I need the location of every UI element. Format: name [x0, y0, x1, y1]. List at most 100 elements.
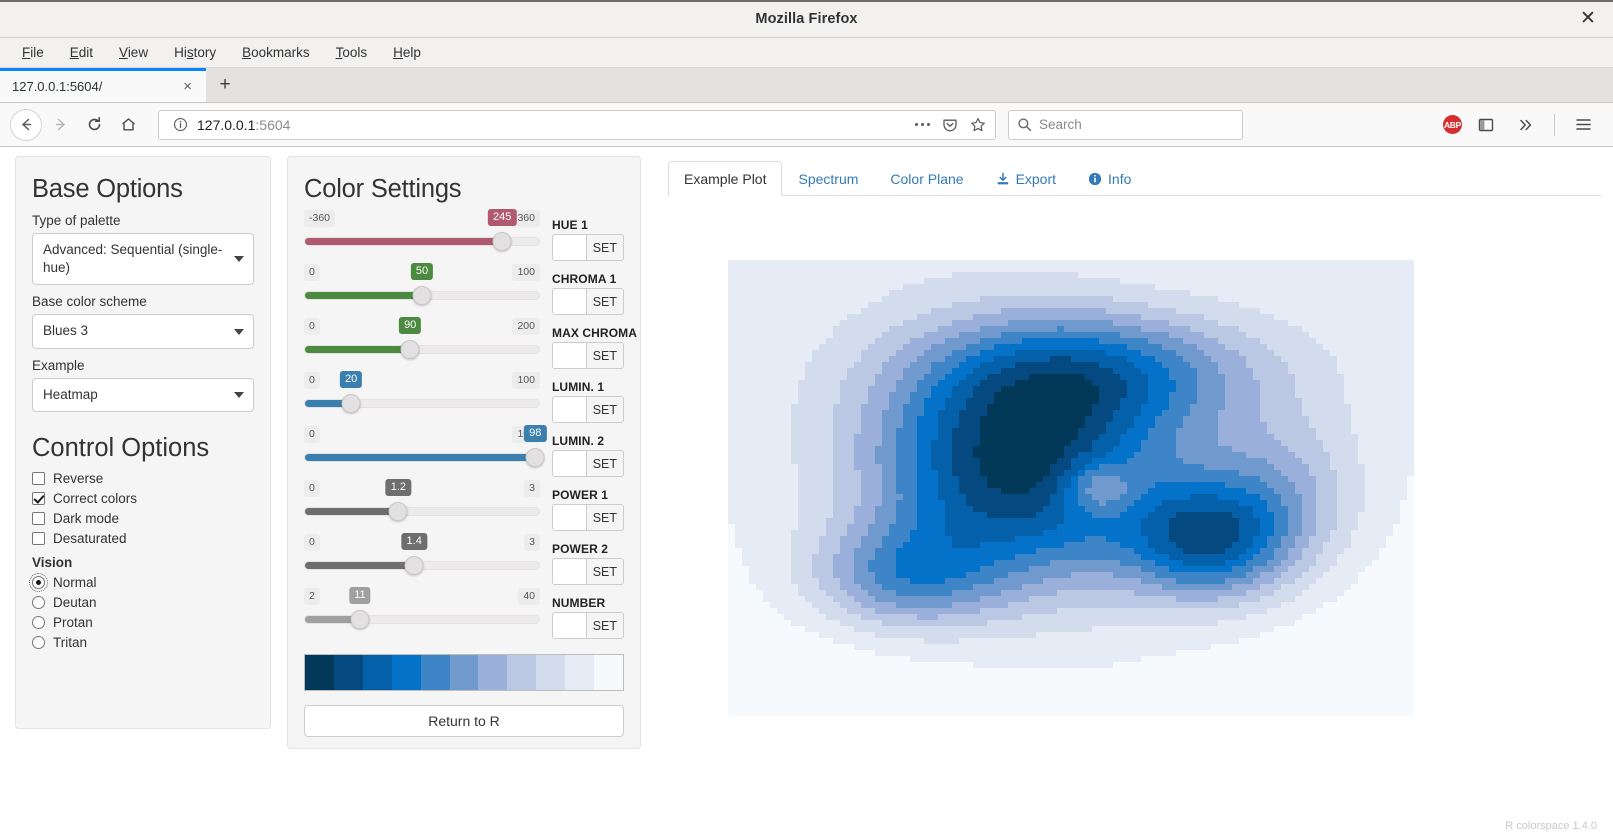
- slider-row[interactable]: 0 200 90: [304, 317, 540, 372]
- radio-button[interactable]: [32, 595, 45, 609]
- checkbox-row[interactable]: Desaturated: [32, 531, 254, 546]
- palette-swatch: [420, 655, 450, 690]
- checkbox-row[interactable]: Correct colors: [32, 491, 254, 506]
- example-value: Heatmap: [43, 386, 98, 402]
- slider-value-input[interactable]: [552, 288, 586, 315]
- slider-set-button[interactable]: SET: [585, 558, 624, 585]
- menu-bookmarks[interactable]: Bookmarks: [230, 42, 322, 63]
- menu-edit[interactable]: Edit: [58, 42, 105, 63]
- slider-value-input[interactable]: [552, 450, 586, 477]
- menu-file[interactable]: File: [10, 42, 56, 63]
- slider-handle[interactable]: [341, 394, 361, 413]
- slider-value-input[interactable]: [552, 342, 586, 369]
- home-icon[interactable]: [112, 109, 144, 141]
- base-scheme-select[interactable]: Blues 3: [32, 314, 254, 349]
- slider-handle[interactable]: [400, 340, 420, 359]
- url-bar[interactable]: 127.0.0.1:5604: [158, 109, 996, 140]
- tab-export[interactable]: Export: [980, 161, 1072, 196]
- palette-swatch: [594, 655, 623, 690]
- slider-set-button[interactable]: SET: [585, 288, 624, 315]
- double-chevron-icon[interactable]: [1510, 109, 1542, 141]
- menu-view-rest: iew: [127, 45, 149, 60]
- slider-handle[interactable]: [404, 556, 424, 575]
- checkbox-box[interactable]: [32, 471, 45, 485]
- slider-row[interactable]: -360 360 245: [304, 209, 540, 264]
- palette-type-select[interactable]: Advanced: Sequential (single-hue): [32, 233, 254, 286]
- reload-icon[interactable]: [78, 109, 110, 141]
- back-arrow-icon[interactable]: [10, 108, 42, 141]
- tab-example-plot[interactable]: Example Plot: [668, 161, 783, 196]
- slider-handle[interactable]: [492, 232, 512, 251]
- slider-row[interactable]: 0 100 50: [304, 263, 540, 318]
- radio-button[interactable]: [32, 635, 45, 649]
- slider-set-button[interactable]: SET: [585, 450, 624, 477]
- forward-arrow-icon[interactable]: [44, 109, 76, 141]
- slider-track[interactable]: [304, 507, 540, 516]
- slider-handle[interactable]: [388, 502, 408, 521]
- slider-set-button[interactable]: SET: [585, 234, 624, 261]
- menu-view[interactable]: View: [107, 42, 160, 63]
- slider-row[interactable]: 2 40 11: [304, 587, 540, 642]
- palette-swatch: [449, 655, 479, 690]
- radio-label: Tritan: [53, 634, 88, 650]
- vision-radio-row[interactable]: Deutan: [32, 595, 254, 610]
- vision-radio-row[interactable]: Protan: [32, 615, 254, 630]
- browser-tabstrip: 127.0.0.1:5604/ × +: [0, 68, 1613, 103]
- star-icon[interactable]: [967, 114, 989, 136]
- slider-track[interactable]: [304, 399, 540, 408]
- slider-row[interactable]: 0 3 1.4: [304, 533, 540, 588]
- checkbox-box[interactable]: [32, 491, 45, 505]
- url-text[interactable]: 127.0.0.1:5604: [197, 117, 905, 133]
- slider-min-label: 0: [304, 480, 320, 497]
- slider-track[interactable]: [304, 453, 540, 462]
- checkbox-box[interactable]: [32, 531, 45, 545]
- radio-button[interactable]: [29, 572, 48, 592]
- tab-spectrum[interactable]: Spectrum: [782, 161, 874, 196]
- slider-set-button[interactable]: SET: [585, 396, 624, 423]
- slider-value-input[interactable]: [552, 612, 586, 639]
- slider-row[interactable]: 010098: [304, 425, 547, 480]
- new-tab-button[interactable]: +: [206, 68, 244, 102]
- adblock-plus-icon[interactable]: ABP: [1443, 115, 1462, 134]
- slider-track[interactable]: [304, 345, 540, 354]
- slider-value-input[interactable]: [552, 234, 586, 261]
- slider-value-input[interactable]: [552, 558, 586, 585]
- slider-row[interactable]: 0 3 1.2: [304, 479, 540, 534]
- hamburger-menu-icon[interactable]: [1567, 109, 1599, 141]
- tab-color-plane[interactable]: Color Plane: [874, 161, 979, 196]
- example-select[interactable]: Heatmap: [32, 377, 254, 412]
- slider-handle[interactable]: [412, 286, 432, 305]
- info-circle-icon[interactable]: [169, 114, 191, 136]
- slider-handle[interactable]: [525, 448, 545, 467]
- menu-tools[interactable]: Tools: [324, 42, 380, 63]
- sidebar-icon[interactable]: [1470, 109, 1502, 141]
- checkbox-box[interactable]: [32, 511, 45, 525]
- slider-value-input[interactable]: [552, 504, 586, 531]
- tab-info[interactable]: Info: [1072, 161, 1147, 196]
- slider-track[interactable]: [304, 615, 540, 624]
- slider-value-input[interactable]: [552, 396, 586, 423]
- slider-row[interactable]: 0 100 20: [304, 371, 540, 426]
- slider-handle[interactable]: [350, 610, 370, 629]
- menu-history[interactable]: History: [162, 42, 228, 63]
- pocket-icon[interactable]: [939, 114, 961, 136]
- slider-set-button[interactable]: SET: [585, 612, 624, 639]
- page-content: Base Options Type of palette Advanced: S…: [0, 147, 1613, 834]
- tab-close-icon[interactable]: ×: [179, 78, 196, 95]
- slider-param-label: POWER 2: [552, 542, 609, 556]
- vision-radio-row[interactable]: Tritan: [32, 635, 254, 650]
- radio-button[interactable]: [32, 615, 45, 629]
- ellipsis-icon[interactable]: [911, 114, 933, 136]
- menu-help[interactable]: Help: [381, 42, 433, 63]
- search-bar[interactable]: Search: [1008, 109, 1243, 140]
- radio-label: Deutan: [53, 594, 97, 610]
- browser-tab[interactable]: 127.0.0.1:5604/ ×: [0, 68, 206, 102]
- search-input-placeholder[interactable]: Search: [1039, 117, 1082, 132]
- window-close-button[interactable]: ✕: [1577, 8, 1599, 30]
- slider-set-button[interactable]: SET: [585, 342, 624, 369]
- checkbox-row[interactable]: Dark mode: [32, 511, 254, 526]
- vision-radio-row[interactable]: Normal: [29, 572, 254, 592]
- return-to-r-button[interactable]: Return to R: [304, 705, 624, 737]
- slider-set-button[interactable]: SET: [585, 504, 624, 531]
- checkbox-row[interactable]: Reverse: [32, 471, 254, 486]
